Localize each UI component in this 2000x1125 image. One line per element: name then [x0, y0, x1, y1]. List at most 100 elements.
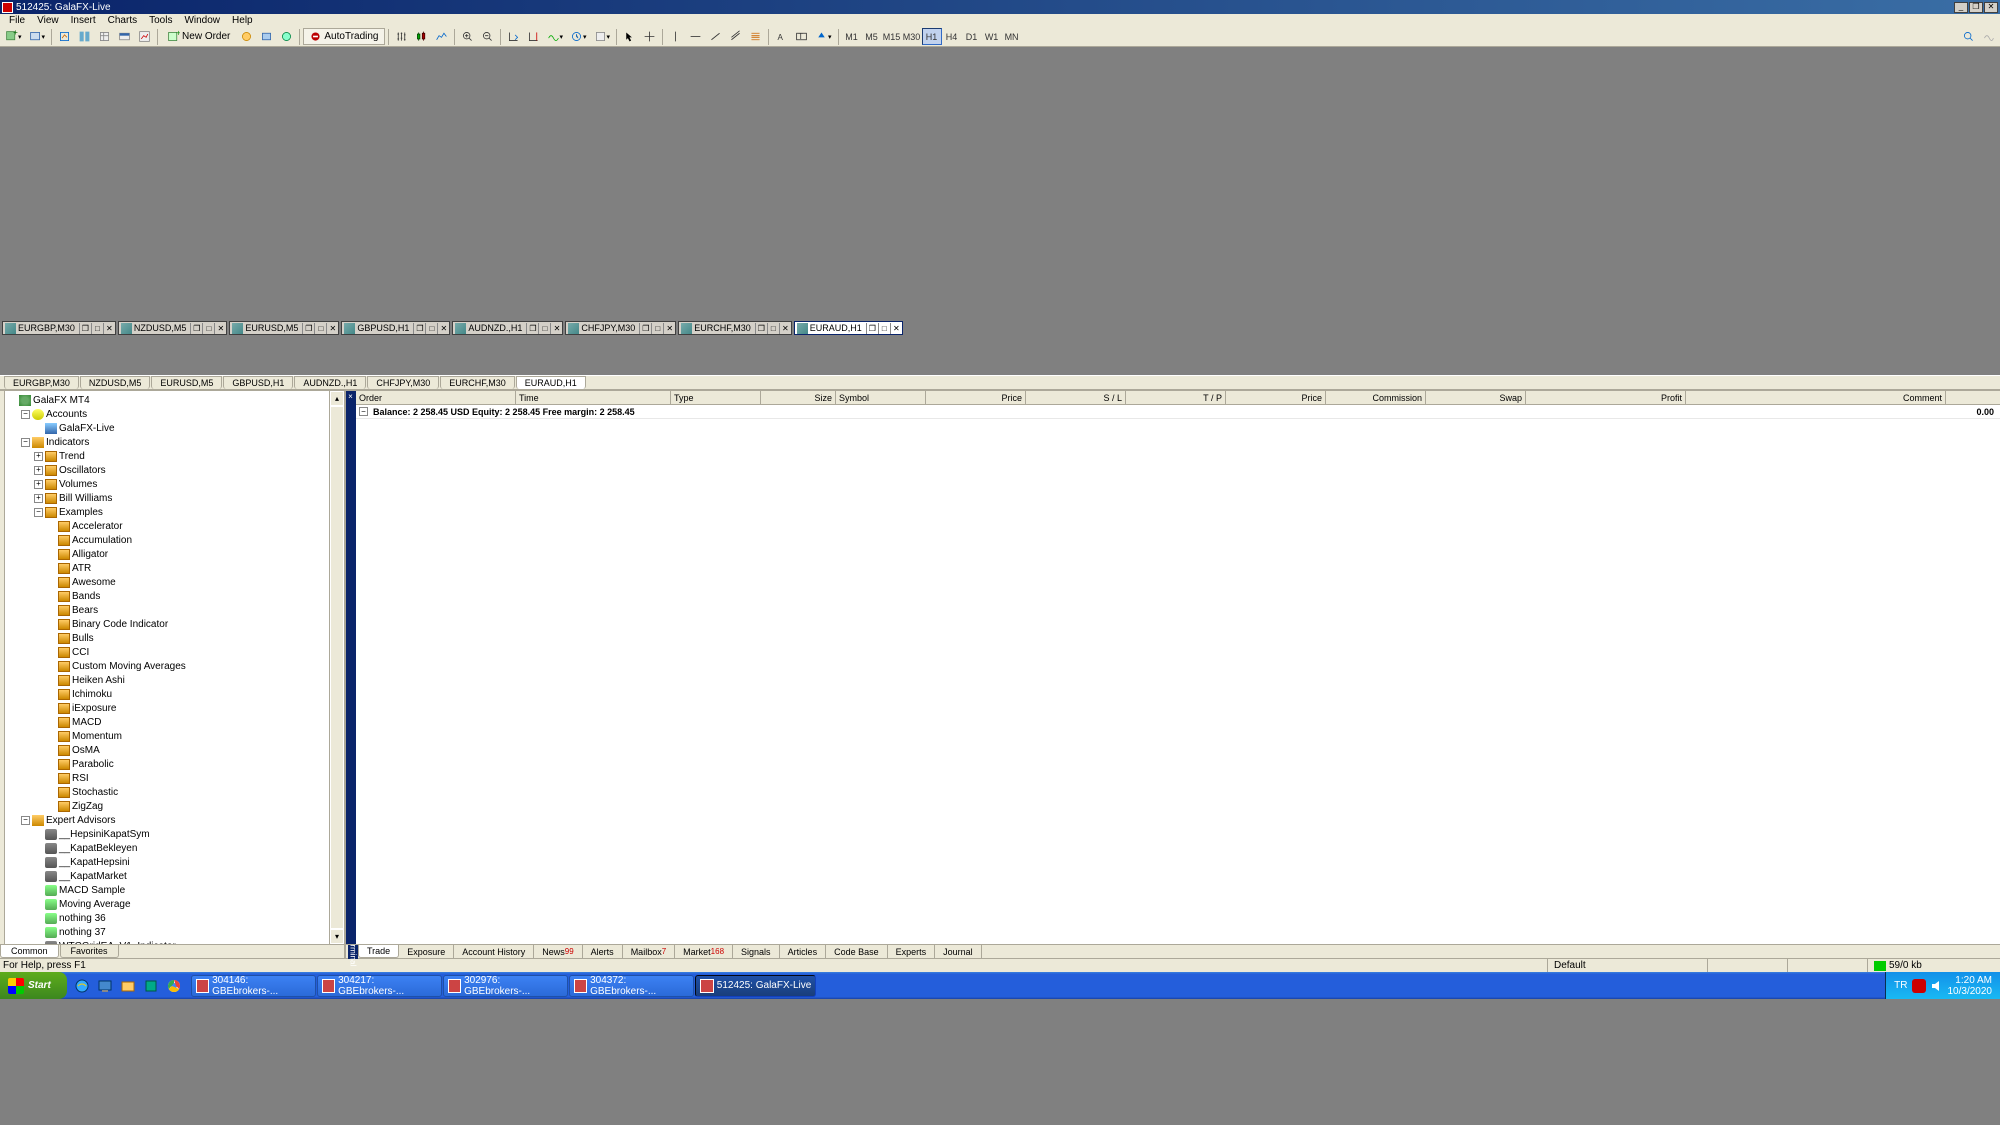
equidistant-button[interactable]	[726, 28, 745, 45]
timeframe-h1[interactable]: H1	[922, 28, 942, 45]
terminal-gutter[interactable]: ×	[346, 391, 356, 944]
tester-button[interactable]	[135, 28, 154, 45]
column-header[interactable]: T / P	[1126, 391, 1226, 404]
chart-tab[interactable]: EURCHF,M30	[440, 376, 515, 389]
menu-tools[interactable]: Tools	[143, 15, 178, 26]
column-header[interactable]: Size	[761, 391, 836, 404]
menu-file[interactable]: File	[3, 15, 31, 26]
horizontal-line-button[interactable]	[686, 28, 705, 45]
mql5-button[interactable]	[1979, 28, 1998, 45]
expand-icon[interactable]: −	[34, 508, 43, 517]
nav-indicator[interactable]: Ichimoku	[8, 687, 342, 701]
nav-ea[interactable]: __KapatHepsini	[8, 855, 342, 869]
nav-accounts[interactable]: − Accounts	[8, 407, 342, 421]
mdi-window[interactable]: EURUSD,M5 ❐ □ ✕	[229, 321, 339, 335]
nav-indicator-group[interactable]: + Oscillators	[8, 463, 342, 477]
mdi-max-icon[interactable]: □	[314, 323, 326, 334]
chart-tab[interactable]: EURAUD,H1	[516, 376, 586, 389]
nav-indicator-group[interactable]: + Bill Williams	[8, 491, 342, 505]
fibonacci-button[interactable]	[746, 28, 765, 45]
ql-app-icon[interactable]	[140, 975, 162, 997]
ql-chrome-icon[interactable]	[163, 975, 185, 997]
terminal-tab-code-base[interactable]: Code Base	[826, 945, 888, 958]
mdi-close-icon[interactable]: ✕	[214, 323, 226, 334]
candle-chart-button[interactable]	[412, 28, 431, 45]
tray-clock[interactable]: 1:20 AM 10/3/2020	[1948, 975, 1993, 997]
close-button[interactable]: ✕	[1984, 2, 1998, 13]
nav-indicator[interactable]: CCI	[8, 645, 342, 659]
chart-tab[interactable]: AUDNZD.,H1	[294, 376, 366, 389]
expand-icon[interactable]: −	[21, 438, 30, 447]
expand-icon[interactable]: +	[34, 494, 43, 503]
scroll-up-arrow[interactable]: ▴	[330, 391, 344, 406]
mdi-restore-icon[interactable]: ❐	[639, 323, 651, 334]
nav-tab-common[interactable]: Common	[0, 945, 59, 958]
timeframe-mn[interactable]: MN	[1002, 28, 1022, 45]
crosshair-button[interactable]	[640, 28, 659, 45]
menu-view[interactable]: View	[31, 15, 65, 26]
nav-indicator[interactable]: Accelerator	[8, 519, 342, 533]
terminal-tab-alerts[interactable]: Alerts	[583, 945, 623, 958]
terminal-tab-journal[interactable]: Journal	[935, 945, 982, 958]
terminal-tab-market[interactable]: Market 168	[675, 945, 733, 958]
mdi-close-icon[interactable]: ✕	[779, 323, 791, 334]
terminal-tab-experts[interactable]: Experts	[888, 945, 936, 958]
taskbar-task[interactable]: 304146: GBEbrokers-...	[191, 975, 316, 997]
periodicity-button[interactable]: ▾	[567, 28, 590, 45]
terminal-tab-exposure[interactable]: Exposure	[399, 945, 454, 958]
mdi-close-icon[interactable]: ✕	[663, 323, 675, 334]
taskbar-task[interactable]: 304217: GBEbrokers-...	[317, 975, 442, 997]
nav-indicator[interactable]: Bulls	[8, 631, 342, 645]
start-button[interactable]: Start	[0, 972, 67, 999]
nav-indicator[interactable]: ZigZag	[8, 799, 342, 813]
nav-examples[interactable]: − Examples	[8, 505, 342, 519]
arrows-button[interactable]: ▾	[812, 28, 835, 45]
data-window-button[interactable]	[75, 28, 94, 45]
search-button[interactable]	[1959, 28, 1978, 45]
tray-volume-icon[interactable]	[1930, 979, 1944, 993]
expert-advisors-button[interactable]	[257, 28, 276, 45]
column-header[interactable]: Swap	[1426, 391, 1526, 404]
bar-chart-button[interactable]	[392, 28, 411, 45]
terminal-tab-trade[interactable]: Trade	[358, 945, 399, 958]
status-connection[interactable]: 59/0 kb	[1867, 959, 1997, 972]
mdi-max-icon[interactable]: □	[425, 323, 437, 334]
nav-indicator[interactable]: Bands	[8, 589, 342, 603]
text-button[interactable]: A	[772, 28, 791, 45]
maximize-button[interactable]: ❐	[1969, 2, 1983, 13]
menu-charts[interactable]: Charts	[102, 15, 143, 26]
mdi-restore-icon[interactable]: ❐	[190, 323, 202, 334]
chart-tab[interactable]: NZDUSD,M5	[80, 376, 151, 389]
terminal-tab-account-history[interactable]: Account History	[454, 945, 534, 958]
indicators-button[interactable]: ▾	[544, 28, 567, 45]
nav-indicator[interactable]: iExposure	[8, 701, 342, 715]
mdi-restore-icon[interactable]: ❐	[79, 323, 91, 334]
ql-ie-icon[interactable]	[71, 975, 93, 997]
column-header[interactable]: Price	[926, 391, 1026, 404]
tray-lang[interactable]: TR	[1894, 980, 1907, 991]
nav-indicator[interactable]: Custom Moving Averages	[8, 659, 342, 673]
terminal-tab-articles[interactable]: Articles	[780, 945, 827, 958]
scroll-thumb[interactable]	[330, 406, 344, 929]
timeframe-m5[interactable]: M5	[862, 28, 882, 45]
nav-indicator[interactable]: Bears	[8, 603, 342, 617]
column-header[interactable]: Profit	[1526, 391, 1686, 404]
mdi-window[interactable]: CHFJPY,M30 ❐ □ ✕	[565, 321, 676, 335]
system-tray[interactable]: TR 1:20 AM 10/3/2020	[1885, 972, 2000, 999]
navigator-button[interactable]	[95, 28, 114, 45]
auto-scroll-button[interactable]	[504, 28, 523, 45]
nav-ea[interactable]: nothing 36	[8, 911, 342, 925]
column-header[interactable]: Order	[356, 391, 516, 404]
mdi-window[interactable]: EURAUD,H1 ❐ □ ✕	[794, 321, 903, 335]
navigator-resize-handle[interactable]	[0, 391, 5, 944]
tray-shield-icon[interactable]	[1912, 979, 1926, 993]
expand-icon[interactable]: −	[21, 816, 30, 825]
timeframe-h4[interactable]: H4	[942, 28, 962, 45]
nav-ea[interactable]: Moving Average	[8, 897, 342, 911]
nav-indicator[interactable]: Accumulation	[8, 533, 342, 547]
nav-indicator[interactable]: Stochastic	[8, 785, 342, 799]
mdi-window[interactable]: GBPUSD,H1 ❐ □ ✕	[341, 321, 450, 335]
zoom-out-button[interactable]	[478, 28, 497, 45]
column-header[interactable]: Type	[671, 391, 761, 404]
line-chart-button[interactable]	[432, 28, 451, 45]
